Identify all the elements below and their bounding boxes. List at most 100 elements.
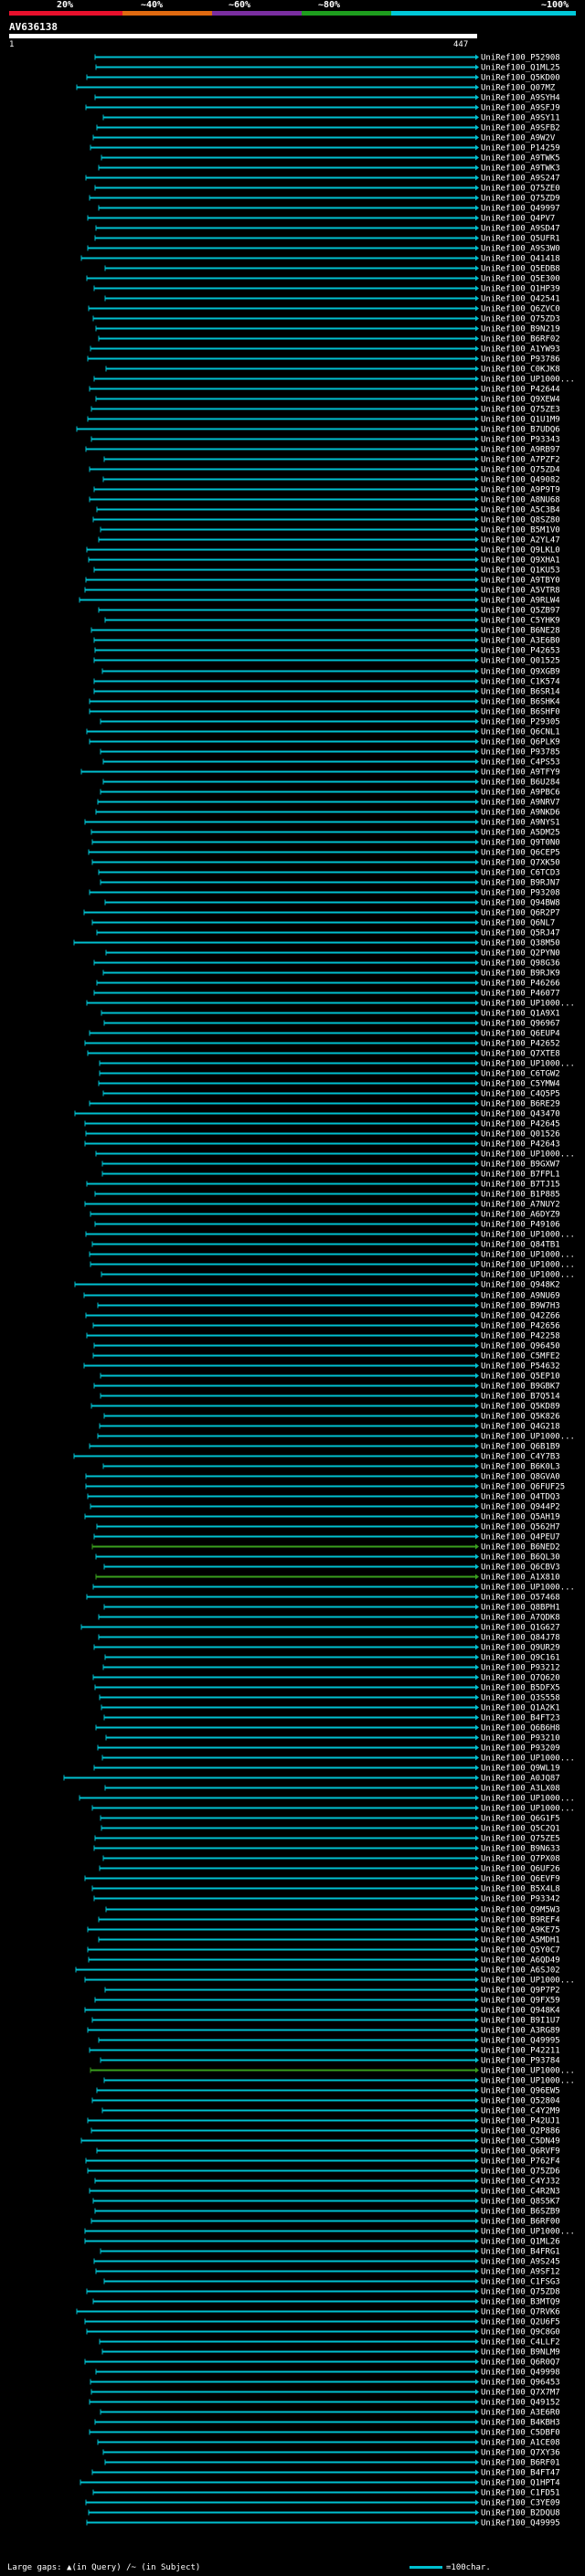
hit-label[interactable]: UniRef100_P49106 bbox=[481, 1221, 560, 1230]
hit-label[interactable]: UniRef100_A9W2V bbox=[481, 134, 556, 143]
hit-label[interactable]: UniRef100_A9SYH4 bbox=[481, 94, 560, 103]
hit-label[interactable]: UniRef100_A9TBY0 bbox=[481, 577, 560, 586]
hit-label[interactable]: UniRef100_Q5E300 bbox=[481, 275, 560, 284]
hit-label[interactable]: UniRef100_B9I1U7 bbox=[481, 2017, 560, 2026]
hit-label[interactable]: UniRef100_Q8GVA0 bbox=[481, 1473, 560, 1482]
hit-label[interactable]: UniRef100_Q75ZD4 bbox=[481, 466, 560, 475]
hit-label[interactable]: UniRef100_C5YHK9 bbox=[481, 617, 560, 626]
hit-label[interactable]: UniRef100_B4FT23 bbox=[481, 1714, 560, 1723]
hit-label[interactable]: UniRef100_Q01526 bbox=[481, 1130, 560, 1140]
hit-label[interactable]: UniRef100_A9NKD6 bbox=[481, 809, 560, 818]
hit-label[interactable]: UniRef100_C5DBF0 bbox=[481, 2429, 560, 2438]
hit-label[interactable]: UniRef100_B6NED2 bbox=[481, 1543, 560, 1553]
hit-label[interactable]: UniRef100_C1FD51 bbox=[481, 2489, 560, 2498]
hit-label[interactable]: UniRef100_B4KBH3 bbox=[481, 2419, 560, 2428]
hit-label[interactable]: UniRef100_UP1000... bbox=[481, 1754, 575, 1764]
hit-label[interactable]: UniRef100_Q75ZE5 bbox=[481, 1835, 560, 1844]
hit-label[interactable]: UniRef100_UP1000... bbox=[481, 1584, 575, 1593]
hit-label[interactable]: UniRef100_Q9T0N0 bbox=[481, 839, 560, 848]
hit-label[interactable]: UniRef100_Q2U6F5 bbox=[481, 2318, 560, 2327]
hit-label[interactable]: UniRef100_Q49998 bbox=[481, 2369, 560, 2378]
hit-label[interactable]: UniRef100_Q01525 bbox=[481, 657, 560, 666]
hit-label[interactable]: UniRef100_Q75ZE3 bbox=[481, 406, 560, 415]
hit-label[interactable]: UniRef100_Q6EVF9 bbox=[481, 1875, 560, 1884]
hit-label[interactable]: UniRef100_B1P885 bbox=[481, 1191, 560, 1200]
hit-label[interactable]: UniRef100_Q7RVK6 bbox=[481, 2308, 560, 2317]
hit-label[interactable]: UniRef100_Q7X7M7 bbox=[481, 2389, 560, 2398]
hit-label[interactable]: UniRef100_Q2PYN0 bbox=[481, 949, 560, 959]
hit-label[interactable]: UniRef100_Q5KD00 bbox=[481, 74, 560, 83]
hit-label[interactable]: UniRef100_A9P9T9 bbox=[481, 486, 560, 495]
hit-label[interactable]: UniRef100_P42656 bbox=[481, 1322, 560, 1331]
hit-label[interactable]: UniRef100_P93343 bbox=[481, 436, 560, 445]
hit-label[interactable]: UniRef100_Q9P7P2 bbox=[481, 1987, 560, 1996]
hit-label[interactable]: UniRef100_Q6EUP4 bbox=[481, 1030, 560, 1039]
hit-label[interactable]: UniRef100_P14259 bbox=[481, 144, 560, 154]
hit-label[interactable]: UniRef100_Q4TDQ3 bbox=[481, 1493, 560, 1502]
hit-label[interactable]: UniRef100_Q96453 bbox=[481, 2379, 560, 2388]
hit-label[interactable]: UniRef100_B6SHF0 bbox=[481, 708, 560, 717]
hit-label[interactable]: UniRef100_Q75ZE0 bbox=[481, 185, 560, 194]
hit-label[interactable]: UniRef100_Q5KD89 bbox=[481, 1403, 560, 1412]
hit-label[interactable]: UniRef100_Q49082 bbox=[481, 476, 560, 485]
hit-label[interactable]: UniRef100_Q75ZD6 bbox=[481, 2168, 560, 2177]
hit-label[interactable]: UniRef100_Q6B6H8 bbox=[481, 1724, 560, 1733]
hit-label[interactable]: UniRef100_A8NU68 bbox=[481, 496, 560, 505]
hit-label[interactable]: UniRef100_Q1ML25 bbox=[481, 64, 560, 73]
hit-label[interactable]: UniRef100_A9RB97 bbox=[481, 446, 560, 455]
hit-label[interactable]: UniRef100_Q9C161 bbox=[481, 1654, 560, 1663]
hit-label[interactable]: UniRef100_P93212 bbox=[481, 1664, 560, 1673]
hit-label[interactable]: UniRef100_A1YW93 bbox=[481, 345, 560, 355]
hit-label[interactable]: UniRef100_P46266 bbox=[481, 980, 560, 989]
hit-label[interactable]: UniRef100_Q5C2Q1 bbox=[481, 1825, 560, 1834]
hit-label[interactable]: UniRef100_C3YE09 bbox=[481, 2499, 560, 2508]
hit-label[interactable]: UniRef100_A1CE08 bbox=[481, 2439, 560, 2448]
hit-label[interactable]: UniRef100_Q5AH19 bbox=[481, 1513, 560, 1522]
hit-label[interactable]: UniRef100_P93209 bbox=[481, 1744, 560, 1754]
hit-label[interactable]: UniRef100_Q4PV7 bbox=[481, 215, 555, 224]
hit-label[interactable]: UniRef100_Q5ZB97 bbox=[481, 607, 560, 616]
hit-label[interactable]: UniRef100_C4Q5P5 bbox=[481, 1090, 560, 1099]
hit-label[interactable]: UniRef100_A9S3W0 bbox=[481, 245, 560, 254]
hit-label[interactable]: UniRef100_Q4G218 bbox=[481, 1423, 560, 1432]
hit-label[interactable]: UniRef100_A9PBC6 bbox=[481, 789, 560, 798]
hit-label[interactable]: UniRef100_Q1KU53 bbox=[481, 567, 560, 576]
hit-label[interactable]: UniRef100_UP1000... bbox=[481, 376, 575, 385]
hit-label[interactable]: UniRef100_C4LLF2 bbox=[481, 2338, 560, 2348]
hit-label[interactable]: UniRef100_Q6B1B9 bbox=[481, 1443, 560, 1452]
hit-label[interactable]: UniRef100_B6SHK4 bbox=[481, 698, 560, 707]
hit-label[interactable]: UniRef100_Q6CBV3 bbox=[481, 1564, 560, 1573]
hit-label[interactable]: UniRef100_UP1000... bbox=[481, 1150, 575, 1160]
hit-label[interactable]: UniRef100_B6U284 bbox=[481, 779, 560, 788]
hit-label[interactable]: UniRef100_A7PZF2 bbox=[481, 456, 560, 465]
hit-label[interactable]: UniRef100_Q9XHA1 bbox=[481, 557, 560, 566]
hit-label[interactable]: UniRef100_P46077 bbox=[481, 990, 560, 999]
hit-label[interactable]: UniRef100_Q9WL19 bbox=[481, 1765, 560, 1774]
hit-label[interactable]: UniRef100_Q6NL7 bbox=[481, 919, 555, 928]
hit-label[interactable]: UniRef100_B9GXW7 bbox=[481, 1161, 560, 1170]
hit-label[interactable]: UniRef100_A9SF12 bbox=[481, 2268, 560, 2277]
hit-label[interactable]: UniRef100_C5MFE2 bbox=[481, 1352, 560, 1362]
hit-label[interactable]: UniRef100_Q8BPH1 bbox=[481, 1604, 560, 1613]
hit-label[interactable]: UniRef100_P29305 bbox=[481, 718, 560, 727]
hit-label[interactable]: UniRef100_UP1000... bbox=[481, 1271, 575, 1280]
hit-label[interactable]: UniRef100_B9NLM9 bbox=[481, 2348, 560, 2358]
hit-label[interactable]: UniRef100_UP1000... bbox=[481, 1977, 575, 1986]
hit-label[interactable]: UniRef100_P42211 bbox=[481, 2047, 560, 2056]
hit-label[interactable]: UniRef100_Q75ZD9 bbox=[481, 195, 560, 204]
hit-label[interactable]: UniRef100_UP1000... bbox=[481, 1261, 575, 1270]
hit-label[interactable]: UniRef100_Q7Q620 bbox=[481, 1674, 560, 1683]
hit-label[interactable]: UniRef100_Q6UF26 bbox=[481, 1865, 560, 1874]
hit-label[interactable]: UniRef100_Q5RJ47 bbox=[481, 929, 560, 938]
hit-label[interactable]: UniRef100_C4YJ32 bbox=[481, 2178, 560, 2187]
hit-label[interactable]: UniRef100_C4Y7B3 bbox=[481, 1453, 560, 1462]
hit-label[interactable]: UniRef100_Q8SZ80 bbox=[481, 516, 560, 525]
hit-label[interactable]: UniRef100_A9TFY9 bbox=[481, 769, 560, 778]
hit-label[interactable]: UniRef100_B3MTQ9 bbox=[481, 2298, 560, 2307]
hit-label[interactable]: UniRef100_Q5UFR1 bbox=[481, 235, 560, 244]
hit-label[interactable]: UniRef100_B9GBK7 bbox=[481, 1383, 560, 1392]
hit-label[interactable]: UniRef100_B6SR14 bbox=[481, 688, 560, 697]
hit-label[interactable]: UniRef100_P93210 bbox=[481, 1734, 560, 1744]
hit-label[interactable]: UniRef100_Q49997 bbox=[481, 205, 560, 214]
hit-label[interactable]: UniRef100_UP1000... bbox=[481, 1433, 575, 1442]
